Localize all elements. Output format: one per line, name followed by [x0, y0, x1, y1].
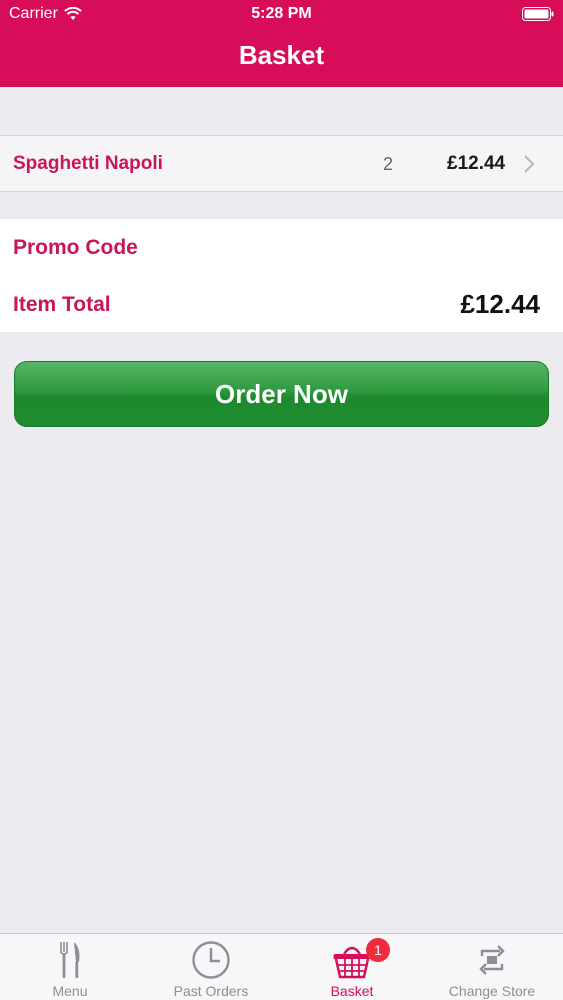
- chevron-right-icon: [524, 155, 535, 173]
- tab-menu[interactable]: Menu: [0, 934, 140, 1000]
- basket-summary: Promo Code Item Total £12.44: [0, 219, 563, 332]
- tab-change-store-label: Change Store: [448, 983, 536, 999]
- tab-basket-label: Basket: [330, 983, 374, 999]
- tab-bar: Menu Past Orders Basket Change Store: [0, 933, 563, 1000]
- tab-menu-label: Menu: [52, 983, 88, 999]
- status-bar: Carrier 5:28 PM: [0, 0, 563, 30]
- order-now-button[interactable]: Order Now: [14, 361, 549, 427]
- item-name: Spaghetti Napoli: [13, 153, 163, 174]
- fork-knife-icon: [59, 942, 80, 978]
- navigation-header: Carrier 5:28 PM Basket: [0, 0, 563, 87]
- basket-count-badge: 1: [366, 938, 390, 962]
- swap-arrows-icon: [479, 945, 505, 975]
- clock-icon: [192, 941, 230, 979]
- item-total-label: Item Total: [13, 293, 111, 316]
- battery-icon: [522, 7, 554, 21]
- tab-change-store[interactable]: Change Store: [422, 934, 562, 1000]
- item-price: £12.44: [447, 153, 506, 174]
- tab-past-orders[interactable]: Past Orders: [141, 934, 281, 1000]
- basket-item-row[interactable]: Spaghetti Napoli 2 £12.44: [0, 135, 563, 192]
- tab-basket[interactable]: Basket: [282, 934, 422, 1000]
- status-time: 5:28 PM: [251, 5, 312, 22]
- item-quantity: 2: [383, 154, 394, 174]
- promo-code-label[interactable]: Promo Code: [13, 236, 138, 260]
- page-title: Basket: [238, 40, 325, 70]
- item-total-value: £12.44: [460, 289, 540, 319]
- tab-past-orders-label: Past Orders: [173, 983, 249, 999]
